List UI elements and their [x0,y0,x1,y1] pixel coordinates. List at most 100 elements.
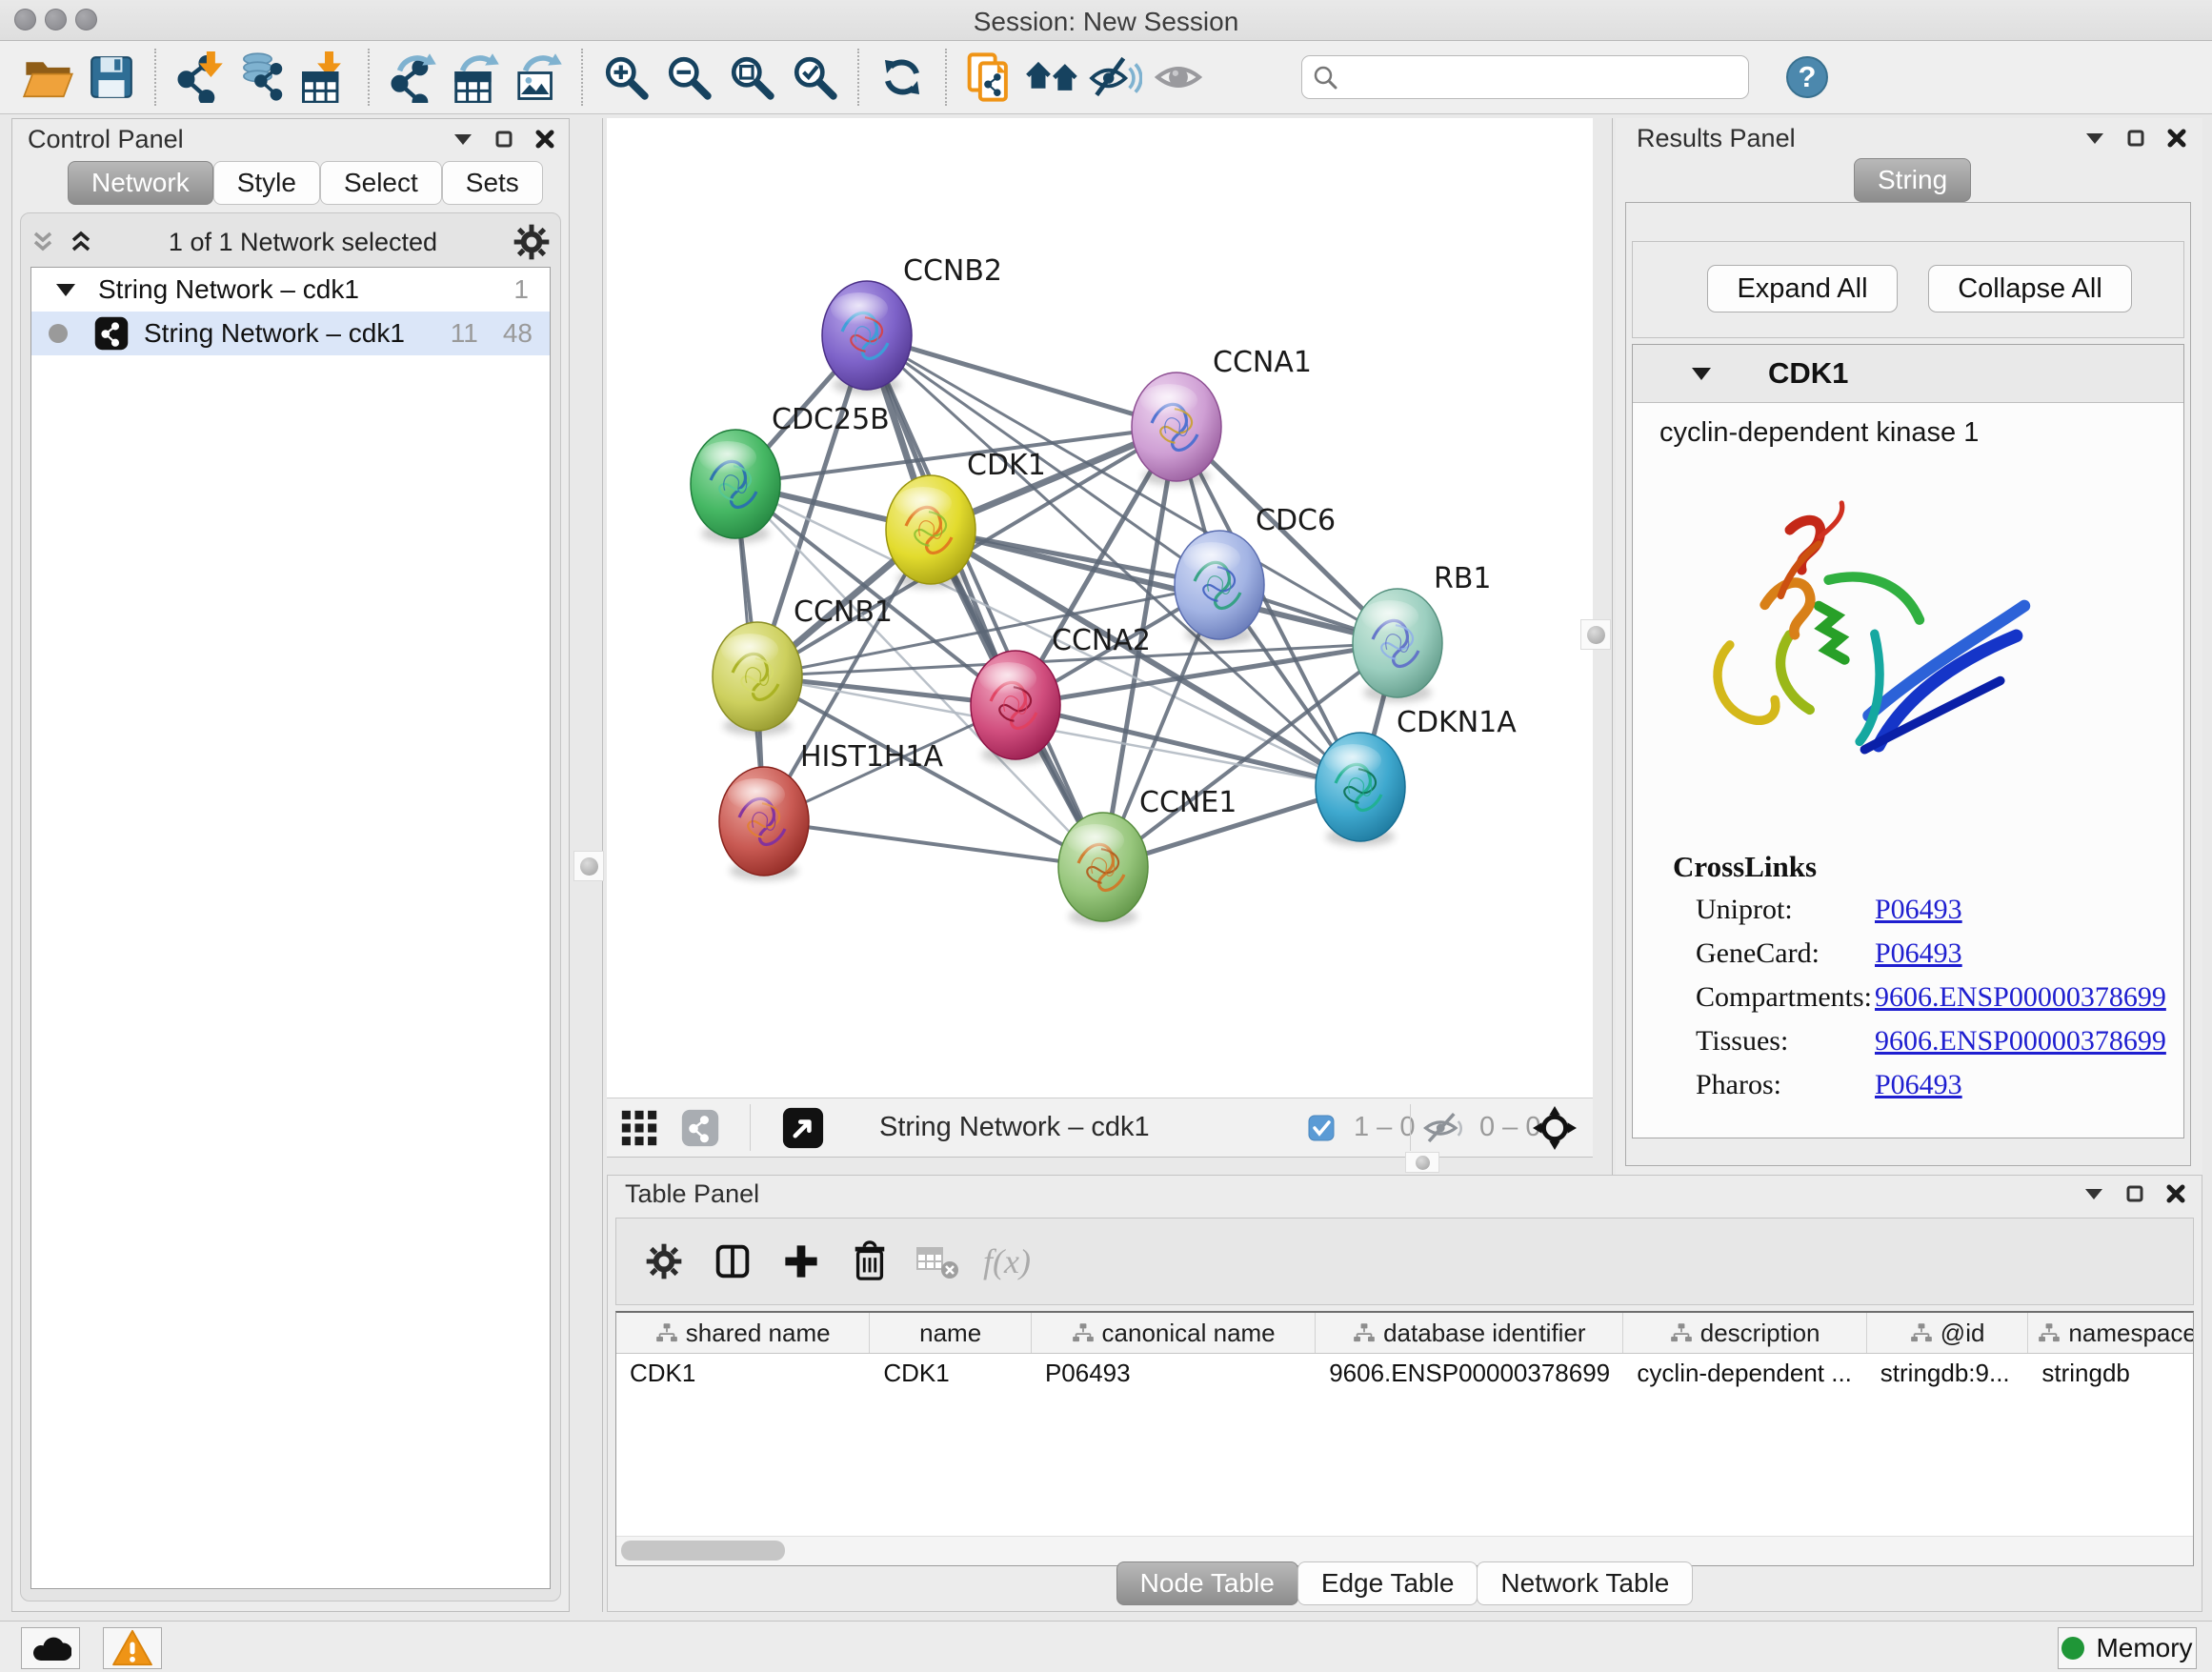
collection-expander-icon[interactable] [54,281,77,298]
tab-string[interactable]: String [1854,158,1971,202]
tab-network-table[interactable]: Network Table [1477,1561,1693,1605]
export-network-button[interactable] [381,47,444,108]
splitter-handle-button[interactable] [1405,1152,1439,1173]
cell-canonical-name[interactable]: P06493 [1032,1354,1316,1392]
show-columns-button[interactable] [698,1228,767,1295]
tab-style[interactable]: Style [213,161,320,205]
share-network-button[interactable] [681,1098,719,1157]
tab-select[interactable]: Select [320,161,442,205]
section-expander-icon[interactable] [1690,365,1713,382]
crosslink-pharos-link[interactable]: P06493 [1875,1069,1962,1101]
expand-all-networks-icon[interactable] [69,230,93,254]
column-header[interactable]: name [870,1313,1032,1353]
selected-checkbox-icon[interactable] [1308,1098,1335,1157]
zoom-in-button[interactable] [594,47,657,108]
search-input[interactable] [1301,55,1749,99]
network-edge[interactable] [867,335,1103,867]
gene-section-header[interactable]: CDK1 [1633,345,2183,403]
cell-id[interactable]: stringdb:9... [1867,1354,2029,1392]
float-panel-icon[interactable] [2125,1184,2144,1203]
table-settings-gear-icon[interactable] [630,1228,698,1295]
panel-menu-icon[interactable] [2084,131,2105,146]
hidden-eye-icon[interactable] [1422,1098,1462,1157]
network-node-ccnb2[interactable]: CCNB2 [822,254,1002,394]
cell-namespace[interactable]: stringdb [2028,1354,2193,1392]
save-session-button[interactable] [80,47,143,108]
network-node-cdkn1a[interactable]: CDKN1A [1316,706,1517,846]
float-panel-icon[interactable] [2126,129,2145,148]
cell-name[interactable]: CDK1 [870,1354,1032,1392]
network-node-ccne1[interactable]: CCNE1 [1058,786,1237,926]
cell-shared-name[interactable]: CDK1 [616,1354,870,1392]
splitter-handle-button[interactable] [1580,619,1611,650]
column-header[interactable]: description [1623,1313,1866,1353]
zoom-fit-button[interactable] [720,47,783,108]
network-node-cdc25b[interactable]: CDC25B [691,403,890,543]
cloud-button[interactable] [21,1627,80,1669]
network-canvas[interactable]: CCNB2CCNA1CDC25BCDK1CDC6RB1CCNB1CCNA2CDK… [607,118,1593,1098]
network-node-hist1h1a[interactable]: HIST1H1A [719,740,944,880]
export-table-button[interactable] [444,47,507,108]
network-edge[interactable] [1016,705,1360,787]
crosslink-tissues-link[interactable]: 9606.ENSP00000378699 [1875,1025,2166,1058]
scrollbar-thumb[interactable] [621,1541,785,1561]
zoom-out-button[interactable] [657,47,720,108]
panel-menu-icon[interactable] [452,131,473,147]
column-header[interactable]: database identifier [1316,1313,1623,1353]
crosslink-uniprot-link[interactable]: P06493 [1875,894,1962,926]
apply-layout-button[interactable] [871,47,934,108]
tab-network[interactable]: Network [68,161,213,205]
column-header[interactable]: @id [1867,1313,2029,1353]
crosslink-compartments-link[interactable]: 9606.ENSP00000378699 [1875,981,2166,1014]
network-edge[interactable] [867,335,1176,427]
warnings-button[interactable] [103,1627,162,1669]
hide-selected-button[interactable] [1084,47,1147,108]
tab-node-table[interactable]: Node Table [1116,1561,1298,1605]
import-table-button[interactable] [293,47,356,108]
help-button[interactable]: ? [1776,47,1839,108]
cell-description[interactable]: cyclin-dependent ... [1623,1354,1866,1392]
network-edge[interactable] [764,821,1103,867]
network-manager: 1 of 1 Network selected String Network –… [20,212,561,1601]
home-button[interactable] [1021,47,1084,108]
navbar-separator [1410,1104,1411,1151]
results-panel: Results Panel String Expand All Collapse… [1616,118,2202,1175]
close-panel-icon[interactable] [2166,128,2187,149]
expand-all-button[interactable]: Expand All [1707,265,1898,312]
vertical-splitter[interactable] [1612,118,1613,1175]
network-row-selected[interactable]: String Network – cdk1 11 48 [31,312,550,355]
create-column-button[interactable] [767,1228,835,1295]
table-row[interactable]: CDK1 CDK1 P06493 9606.ENSP00000378699 cy… [616,1354,2193,1392]
tab-edge-table[interactable]: Edge Table [1297,1561,1478,1605]
import-network-file-button[interactable] [168,47,231,108]
column-header[interactable]: namespace [2028,1313,2193,1353]
detach-view-button[interactable] [782,1098,824,1157]
export-image-button[interactable] [507,47,570,108]
center-view-button[interactable] [1533,1098,1577,1157]
network-node-ccna1[interactable]: CCNA1 [1132,346,1312,486]
network-node-ccnb1[interactable]: CCNB1 [713,595,893,735]
memory-button[interactable]: Memory [2058,1627,2197,1669]
collapse-all-networks-icon[interactable] [30,230,55,254]
collapse-all-button[interactable]: Collapse All [1928,265,2132,312]
cell-database-identifier[interactable]: 9606.ENSP00000378699 [1316,1354,1623,1392]
network-collection-row[interactable]: String Network – cdk1 1 [31,268,550,312]
duplicate-network-button[interactable] [958,47,1021,108]
delete-column-button[interactable] [835,1228,904,1295]
column-header[interactable]: shared name [616,1313,870,1353]
show-hidden-button[interactable] [1147,47,1210,108]
close-panel-icon[interactable] [534,129,555,150]
crosslink-genecard-link[interactable]: P06493 [1875,937,1962,970]
import-network-database-button[interactable] [231,47,293,108]
close-panel-icon[interactable] [2165,1183,2186,1204]
splitter-handle-button[interactable] [573,851,604,881]
float-panel-icon[interactable] [494,130,513,149]
open-session-button[interactable] [17,47,80,108]
zoom-selected-button[interactable] [783,47,846,108]
tab-sets[interactable]: Sets [442,161,543,205]
column-header[interactable]: canonical name [1032,1313,1316,1353]
grid-view-button[interactable] [620,1098,658,1157]
network-options-gear-icon[interactable] [513,223,551,261]
network-node-rb1[interactable]: RB1 [1353,562,1492,702]
panel-menu-icon[interactable] [2083,1186,2104,1201]
